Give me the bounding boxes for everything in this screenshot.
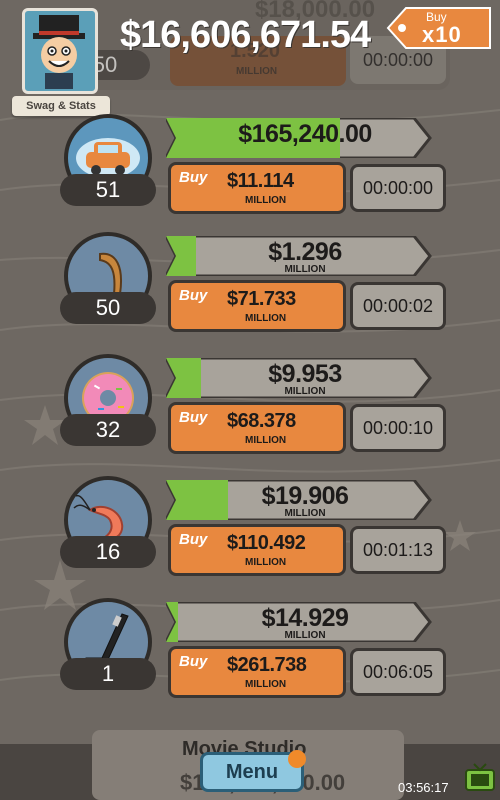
revenue-amount: $9.953 [268, 360, 342, 388]
buy-cost: $11.114 [227, 170, 294, 192]
owned-count: 16 [60, 536, 156, 568]
buy-business-button[interactable]: Buy $11.114 MILLION [168, 162, 346, 214]
buy-cost-unit: MILLION [245, 557, 287, 568]
buy-cost: $71.733 [227, 288, 296, 310]
notification-dot [288, 750, 306, 768]
buy-cost: $110.492 [227, 532, 306, 554]
revenue-amount: $19.906 [261, 482, 349, 510]
capitalist-avatar-icon [33, 15, 85, 89]
business-row: 32 $9.953 MILLION Buy $68.378 MILLION 00… [0, 354, 500, 466]
buy-multiplier-button[interactable]: Buy x10 [386, 6, 494, 50]
buy-multiplier-value: x10 [422, 22, 462, 47]
buy-business-button[interactable]: Buy $68.378 MILLION [168, 402, 346, 454]
money-balance: $16,606,671.54 [120, 14, 371, 56]
cycle-timer: 00:00:02 [350, 282, 446, 330]
owned-count: 51 [60, 174, 156, 206]
swag-and-stats-label: Swag & Stats [12, 96, 110, 116]
cycle-timer: 00:00:10 [350, 404, 446, 452]
event-timer: 03:56:17 [398, 780, 449, 795]
avatar [22, 8, 98, 94]
owned-count: 32 [60, 414, 156, 446]
buy-label: Buy [179, 653, 208, 670]
buy-label: Buy [179, 531, 208, 548]
cycle-timer: 00:06:05 [350, 648, 446, 696]
buy-cost: $68.378 [227, 410, 296, 432]
buy-cost-unit: MILLION [245, 313, 287, 324]
buy-business-button[interactable]: Buy $261.738 MILLION [168, 646, 346, 698]
revenue-unit: MILLION [284, 264, 326, 275]
business-row: 1 $14.929 MILLION Buy $261.738 MILLION 0… [0, 598, 500, 710]
ghost-cost-unit: MILLION [236, 66, 278, 77]
business-row: 16 $19.906 MILLION Buy $110.492 MILLION … [0, 476, 500, 588]
business-row: 51 $165,240.00 Buy $11.114 MILLION 00:00… [0, 114, 500, 226]
revenue-unit: MILLION [284, 630, 326, 641]
buy-cost-unit: MILLION [245, 195, 287, 206]
revenue-unit: MILLION [284, 386, 326, 397]
swag-and-stats-button[interactable]: Swag & Stats [12, 8, 110, 116]
cycle-timer: 00:00:00 [350, 164, 446, 212]
buy-label: Buy [179, 409, 208, 426]
revenue-amount: $165,240.00 [238, 120, 372, 148]
owned-count: 1 [60, 658, 156, 690]
owned-count: 50 [60, 292, 156, 324]
buy-business-button[interactable]: Buy $110.492 MILLION [168, 524, 346, 576]
tv-ad-icon[interactable] [462, 760, 498, 796]
business-row: 50 $1.296 MILLION Buy $71.733 MILLION 00… [0, 232, 500, 344]
revenue-amount: $1.296 [268, 238, 342, 266]
buy-label: Buy [179, 287, 208, 304]
revenue-amount: $14.929 [261, 604, 349, 632]
buy-label: Buy [179, 169, 208, 186]
revenue-unit: MILLION [284, 508, 326, 519]
buy-business-button[interactable]: Buy $71.733 MILLION [168, 280, 346, 332]
buy-cost-unit: MILLION [245, 435, 287, 446]
buy-cost: $261.738 [227, 654, 307, 676]
buy-cost-unit: MILLION [245, 679, 287, 690]
cycle-timer: 00:01:13 [350, 526, 446, 574]
